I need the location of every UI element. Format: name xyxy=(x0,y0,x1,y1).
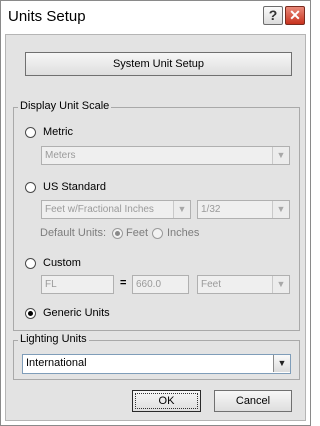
metric-units-select[interactable]: Meters ▼ xyxy=(41,146,290,165)
custom-value-input[interactable]: 660.0 xyxy=(132,275,189,294)
cancel-button[interactable]: Cancel xyxy=(214,390,292,412)
default-feet-label: Feet xyxy=(126,227,149,239)
generic-units-radio[interactable] xyxy=(25,308,36,319)
title-bar[interactable]: Units Setup ? ✕ xyxy=(1,1,310,31)
default-feet-radio[interactable] xyxy=(112,228,123,239)
lighting-units-label: Lighting Units xyxy=(18,333,89,345)
us-units-value: Feet w/Fractional Inches xyxy=(45,204,154,215)
us-standard-label: US Standard xyxy=(43,181,106,193)
us-fraction-select[interactable]: 1/32 ▼ xyxy=(197,200,290,219)
metric-radio[interactable] xyxy=(25,127,36,138)
metric-label: Metric xyxy=(43,126,73,138)
custom-unit-select[interactable]: Feet ▼ xyxy=(197,275,290,294)
help-icon[interactable]: ? xyxy=(263,6,283,25)
metric-units-value: Meters xyxy=(45,150,76,161)
default-inches-radio[interactable] xyxy=(152,228,163,239)
custom-unit-value: Feet xyxy=(201,279,222,290)
default-inches-label: Inches xyxy=(167,227,200,239)
us-standard-radio[interactable] xyxy=(25,182,36,193)
display-unit-scale-group: Display Unit Scale Metric Meters ▼ US St… xyxy=(13,100,300,331)
custom-radio[interactable] xyxy=(25,258,36,269)
chevron-down-icon: ▼ xyxy=(272,276,289,293)
dialog-body: System Unit Setup Display Unit Scale Met… xyxy=(5,34,306,421)
lighting-units-group: Lighting Units International ▼ xyxy=(13,333,300,380)
chevron-down-icon: ▼ xyxy=(272,201,289,218)
lighting-units-select[interactable]: International ▼ xyxy=(22,354,291,374)
custom-value: 660.0 xyxy=(136,279,162,290)
custom-name-input[interactable]: FL xyxy=(41,275,114,294)
chevron-down-icon: ▼ xyxy=(173,201,190,218)
generic-units-label: Generic Units xyxy=(43,307,110,319)
default-units-label: Default Units: xyxy=(40,227,107,239)
us-fraction-value: 1/32 xyxy=(201,204,221,215)
ok-button[interactable]: OK xyxy=(132,390,201,412)
close-icon[interactable]: ✕ xyxy=(285,6,305,25)
chevron-down-icon: ▼ xyxy=(272,147,289,164)
units-setup-dialog: Units Setup ? ✕ System Unit Setup Displa… xyxy=(0,0,311,426)
custom-name-value: FL xyxy=(45,279,57,290)
display-unit-scale-label: Display Unit Scale xyxy=(18,100,112,112)
us-units-select[interactable]: Feet w/Fractional Inches ▼ xyxy=(41,200,191,219)
lighting-units-value: International xyxy=(26,357,87,369)
equals-sign: = xyxy=(120,277,127,289)
dialog-title: Units Setup xyxy=(8,8,86,25)
system-unit-setup-button[interactable]: System Unit Setup xyxy=(25,52,292,76)
custom-label: Custom xyxy=(43,257,81,269)
chevron-down-icon: ▼ xyxy=(273,355,290,372)
